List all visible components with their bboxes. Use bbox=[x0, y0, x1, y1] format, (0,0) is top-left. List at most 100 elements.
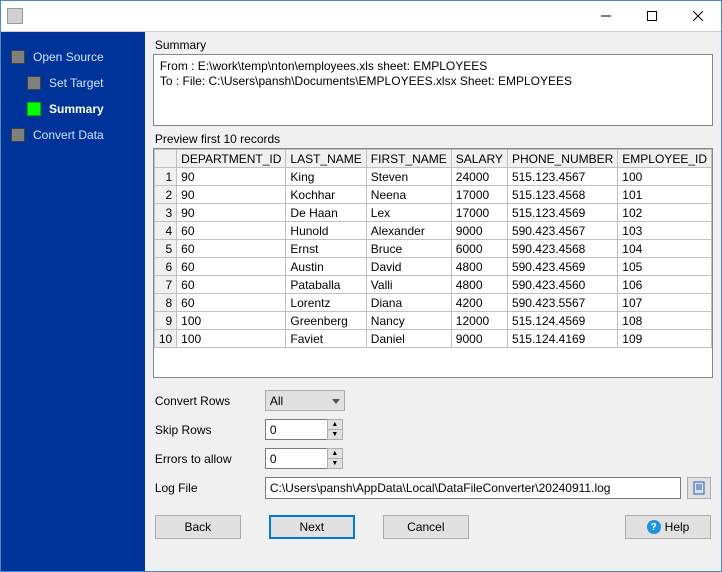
table-cell[interactable]: 101 bbox=[618, 186, 712, 204]
table-cell[interactable]: 515.124.4169 bbox=[507, 330, 617, 348]
table-cell[interactable]: 60 bbox=[177, 222, 286, 240]
table-row[interactable]: 660AustinDavid4800590.423.4569105 bbox=[154, 258, 711, 276]
errors-allow-input[interactable] bbox=[265, 448, 327, 469]
table-cell[interactable]: 102 bbox=[618, 204, 712, 222]
table-cell[interactable]: 4800 bbox=[451, 258, 507, 276]
table-cell[interactable]: 100 bbox=[177, 330, 286, 348]
preview-grid[interactable]: DEPARTMENT_IDLAST_NAMEFIRST_NAMESALARYPH… bbox=[153, 148, 713, 378]
table-cell[interactable]: 100 bbox=[618, 168, 712, 186]
table-row[interactable]: 10100FavietDaniel9000515.124.4169109 bbox=[154, 330, 711, 348]
table-cell[interactable]: 9000 bbox=[451, 222, 507, 240]
table-cell[interactable]: 105 bbox=[618, 258, 712, 276]
table-cell[interactable]: Nancy bbox=[366, 312, 451, 330]
skip-rows-up[interactable]: ▲ bbox=[327, 419, 343, 429]
cancel-button[interactable]: Cancel bbox=[383, 515, 469, 539]
table-row[interactable]: 9100GreenbergNancy12000515.124.4569108 bbox=[154, 312, 711, 330]
table-row[interactable]: 190KingSteven24000515.123.4567100 bbox=[154, 168, 711, 186]
table-cell[interactable]: Faviet bbox=[286, 330, 366, 348]
table-cell[interactable]: 109 bbox=[618, 330, 712, 348]
table-cell[interactable]: 60 bbox=[177, 294, 286, 312]
column-header[interactable]: DEPARTMENT_ID bbox=[177, 150, 286, 168]
skip-rows-input[interactable] bbox=[265, 419, 327, 440]
table-cell[interactable]: Alexander bbox=[366, 222, 451, 240]
table-cell[interactable]: 106 bbox=[618, 276, 712, 294]
table-cell[interactable]: 590.423.4569 bbox=[507, 258, 617, 276]
table-cell[interactable]: 590.423.5567 bbox=[507, 294, 617, 312]
table-cell[interactable]: 515.123.4568 bbox=[507, 186, 617, 204]
next-button[interactable]: Next bbox=[269, 515, 355, 539]
table-cell[interactable]: 515.124.4569 bbox=[507, 312, 617, 330]
table-cell[interactable]: 590.423.4568 bbox=[507, 240, 617, 258]
table-cell[interactable]: 17000 bbox=[451, 204, 507, 222]
table-cell[interactable]: 515.123.4567 bbox=[507, 168, 617, 186]
table-row[interactable]: 860LorentzDiana4200590.423.5567107 bbox=[154, 294, 711, 312]
table-cell[interactable]: David bbox=[366, 258, 451, 276]
close-button[interactable] bbox=[675, 1, 721, 31]
table-row[interactable]: 760PataballaValli4800590.423.4560106 bbox=[154, 276, 711, 294]
table-cell[interactable]: 590.423.4567 bbox=[507, 222, 617, 240]
table-cell[interactable]: 103 bbox=[618, 222, 712, 240]
table-cell[interactable]: 90 bbox=[177, 204, 286, 222]
errors-allow-spinner[interactable]: ▲ ▼ bbox=[265, 448, 343, 469]
table-cell[interactable]: 90 bbox=[177, 168, 286, 186]
sidebar-item-set-target[interactable]: Set Target bbox=[1, 70, 145, 96]
table-cell[interactable]: 17000 bbox=[451, 186, 507, 204]
table-cell[interactable]: 104 bbox=[618, 240, 712, 258]
table-cell[interactable]: Valli bbox=[366, 276, 451, 294]
table-cell[interactable]: De Haan bbox=[286, 204, 366, 222]
table-cell[interactable]: 60 bbox=[177, 258, 286, 276]
table-cell[interactable]: Bruce bbox=[366, 240, 451, 258]
table-row[interactable]: 390De HaanLex17000515.123.4569102 bbox=[154, 204, 711, 222]
column-header[interactable]: LAST_NAME bbox=[286, 150, 366, 168]
errors-allow-up[interactable]: ▲ bbox=[327, 448, 343, 458]
column-header[interactable]: SALARY bbox=[451, 150, 507, 168]
skip-rows-spinner[interactable]: ▲ ▼ bbox=[265, 419, 343, 440]
table-cell[interactable]: 108 bbox=[618, 312, 712, 330]
table-cell[interactable]: Hunold bbox=[286, 222, 366, 240]
table-cell[interactable]: King bbox=[286, 168, 366, 186]
sidebar-item-open-source[interactable]: Open Source bbox=[1, 44, 145, 70]
column-header[interactable]: EMPLOYEE_ID bbox=[618, 150, 712, 168]
help-button[interactable]: ? Help bbox=[625, 515, 711, 539]
maximize-button[interactable] bbox=[629, 1, 675, 31]
table-cell[interactable]: Lex bbox=[366, 204, 451, 222]
browse-log-button[interactable] bbox=[687, 477, 711, 499]
column-header[interactable]: PHONE_NUMBER bbox=[507, 150, 617, 168]
sidebar-item-convert-data[interactable]: Convert Data bbox=[1, 122, 145, 148]
table-cell[interactable]: Daniel bbox=[366, 330, 451, 348]
table-cell[interactable]: 107 bbox=[618, 294, 712, 312]
table-cell[interactable]: Steven bbox=[366, 168, 451, 186]
table-cell[interactable]: 60 bbox=[177, 240, 286, 258]
convert-rows-select[interactable]: All bbox=[265, 390, 345, 411]
skip-rows-down[interactable]: ▼ bbox=[327, 429, 343, 440]
table-cell[interactable]: 12000 bbox=[451, 312, 507, 330]
table-cell[interactable]: 515.123.4569 bbox=[507, 204, 617, 222]
table-cell[interactable]: Ernst bbox=[286, 240, 366, 258]
sidebar-item-summary[interactable]: Summary bbox=[1, 96, 145, 122]
summary-textbox[interactable]: From : E:\work\temp\nton\employees.xls s… bbox=[153, 54, 713, 126]
table-cell[interactable]: 9000 bbox=[451, 330, 507, 348]
minimize-button[interactable] bbox=[583, 1, 629, 31]
table-cell[interactable]: 90 bbox=[177, 186, 286, 204]
table-cell[interactable]: Kochhar bbox=[286, 186, 366, 204]
table-cell[interactable]: 590.423.4560 bbox=[507, 276, 617, 294]
table-cell[interactable]: 4800 bbox=[451, 276, 507, 294]
table-row[interactable]: 290KochharNeena17000515.123.4568101 bbox=[154, 186, 711, 204]
back-button[interactable]: Back bbox=[155, 515, 241, 539]
table-cell[interactable]: 6000 bbox=[451, 240, 507, 258]
table-row[interactable]: 460HunoldAlexander9000590.423.4567103 bbox=[154, 222, 711, 240]
table-row[interactable]: 560ErnstBruce6000590.423.4568104 bbox=[154, 240, 711, 258]
table-cell[interactable]: 60 bbox=[177, 276, 286, 294]
table-cell[interactable]: Lorentz bbox=[286, 294, 366, 312]
table-cell[interactable]: 4200 bbox=[451, 294, 507, 312]
table-cell[interactable]: Neena bbox=[366, 186, 451, 204]
table-cell[interactable]: Diana bbox=[366, 294, 451, 312]
table-cell[interactable]: 24000 bbox=[451, 168, 507, 186]
table-cell[interactable]: 100 bbox=[177, 312, 286, 330]
table-cell[interactable]: Austin bbox=[286, 258, 366, 276]
table-cell[interactable]: Greenberg bbox=[286, 312, 366, 330]
errors-allow-down[interactable]: ▼ bbox=[327, 458, 343, 469]
log-file-input[interactable] bbox=[265, 477, 681, 499]
table-cell[interactable]: Pataballa bbox=[286, 276, 366, 294]
column-header[interactable]: FIRST_NAME bbox=[366, 150, 451, 168]
